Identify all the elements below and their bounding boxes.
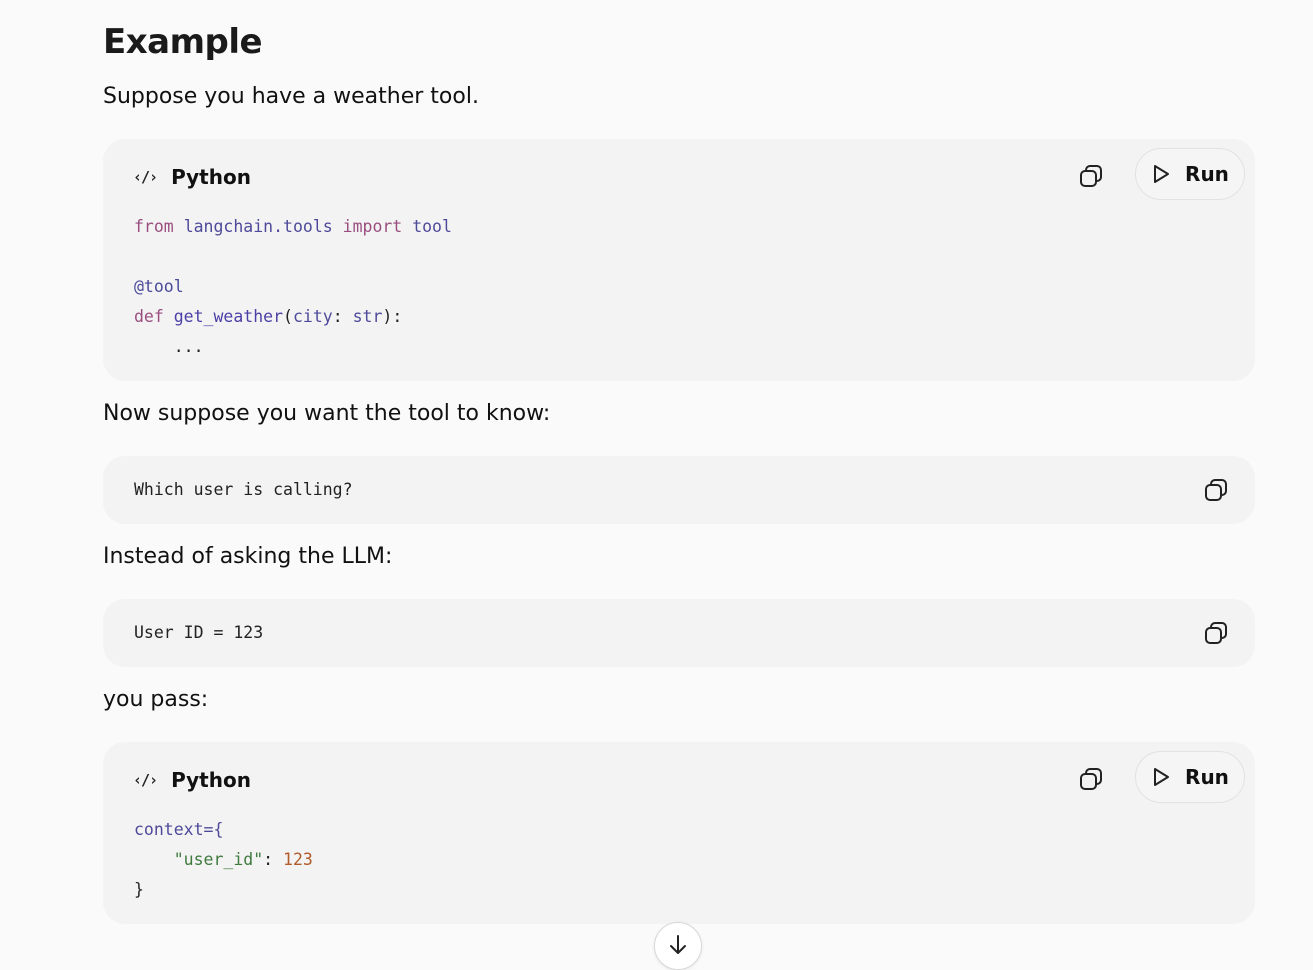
copy-button[interactable] xyxy=(1074,159,1108,193)
copy-icon xyxy=(1205,622,1227,644)
play-icon xyxy=(1154,768,1170,786)
play-icon xyxy=(1154,165,1170,183)
code-icon: ‹/› xyxy=(133,168,158,186)
code-block-header: ‹/› Python xyxy=(133,165,251,189)
code-block-python-2: ‹/› Python Run context={ "user_id": 123 … xyxy=(103,742,1255,924)
language-label: Python xyxy=(171,165,251,189)
language-label: Python xyxy=(171,768,251,792)
code-content: context={ "user_id": 123 } xyxy=(134,820,313,899)
code-block-plain-1: Which user is calling? xyxy=(103,456,1255,524)
code-content: from langchain.tools import tool @tool d… xyxy=(134,217,452,356)
copy-icon xyxy=(1080,768,1102,790)
copy-button[interactable] xyxy=(1074,762,1108,796)
section-heading: Example xyxy=(103,22,263,62)
code-block-python-1: ‹/› Python Run from langchain.tools impo… xyxy=(103,139,1255,381)
arrow-down-icon xyxy=(670,935,686,954)
code-block-plain-2: User ID = 123 xyxy=(103,599,1255,667)
copy-icon xyxy=(1205,479,1227,501)
paragraph-text: Now suppose you want the tool to know: xyxy=(103,401,551,426)
copy-icon xyxy=(1080,165,1102,187)
intro-text: Suppose you have a weather tool. xyxy=(103,84,479,109)
code-icon: ‹/› xyxy=(133,771,158,789)
scroll-to-bottom-button[interactable] xyxy=(654,922,702,970)
code-block-header: ‹/› Python xyxy=(133,768,251,792)
paragraph-text: you pass: xyxy=(103,687,209,712)
code-content: Which user is calling? xyxy=(134,480,353,499)
copy-button[interactable] xyxy=(1199,616,1233,650)
run-button[interactable]: Run xyxy=(1135,148,1245,200)
run-label: Run xyxy=(1185,765,1229,789)
copy-button[interactable] xyxy=(1199,473,1233,507)
paragraph-text: Instead of asking the LLM: xyxy=(103,544,393,569)
code-content: User ID = 123 xyxy=(134,623,264,642)
run-button[interactable]: Run xyxy=(1135,751,1245,803)
run-label: Run xyxy=(1185,162,1229,186)
